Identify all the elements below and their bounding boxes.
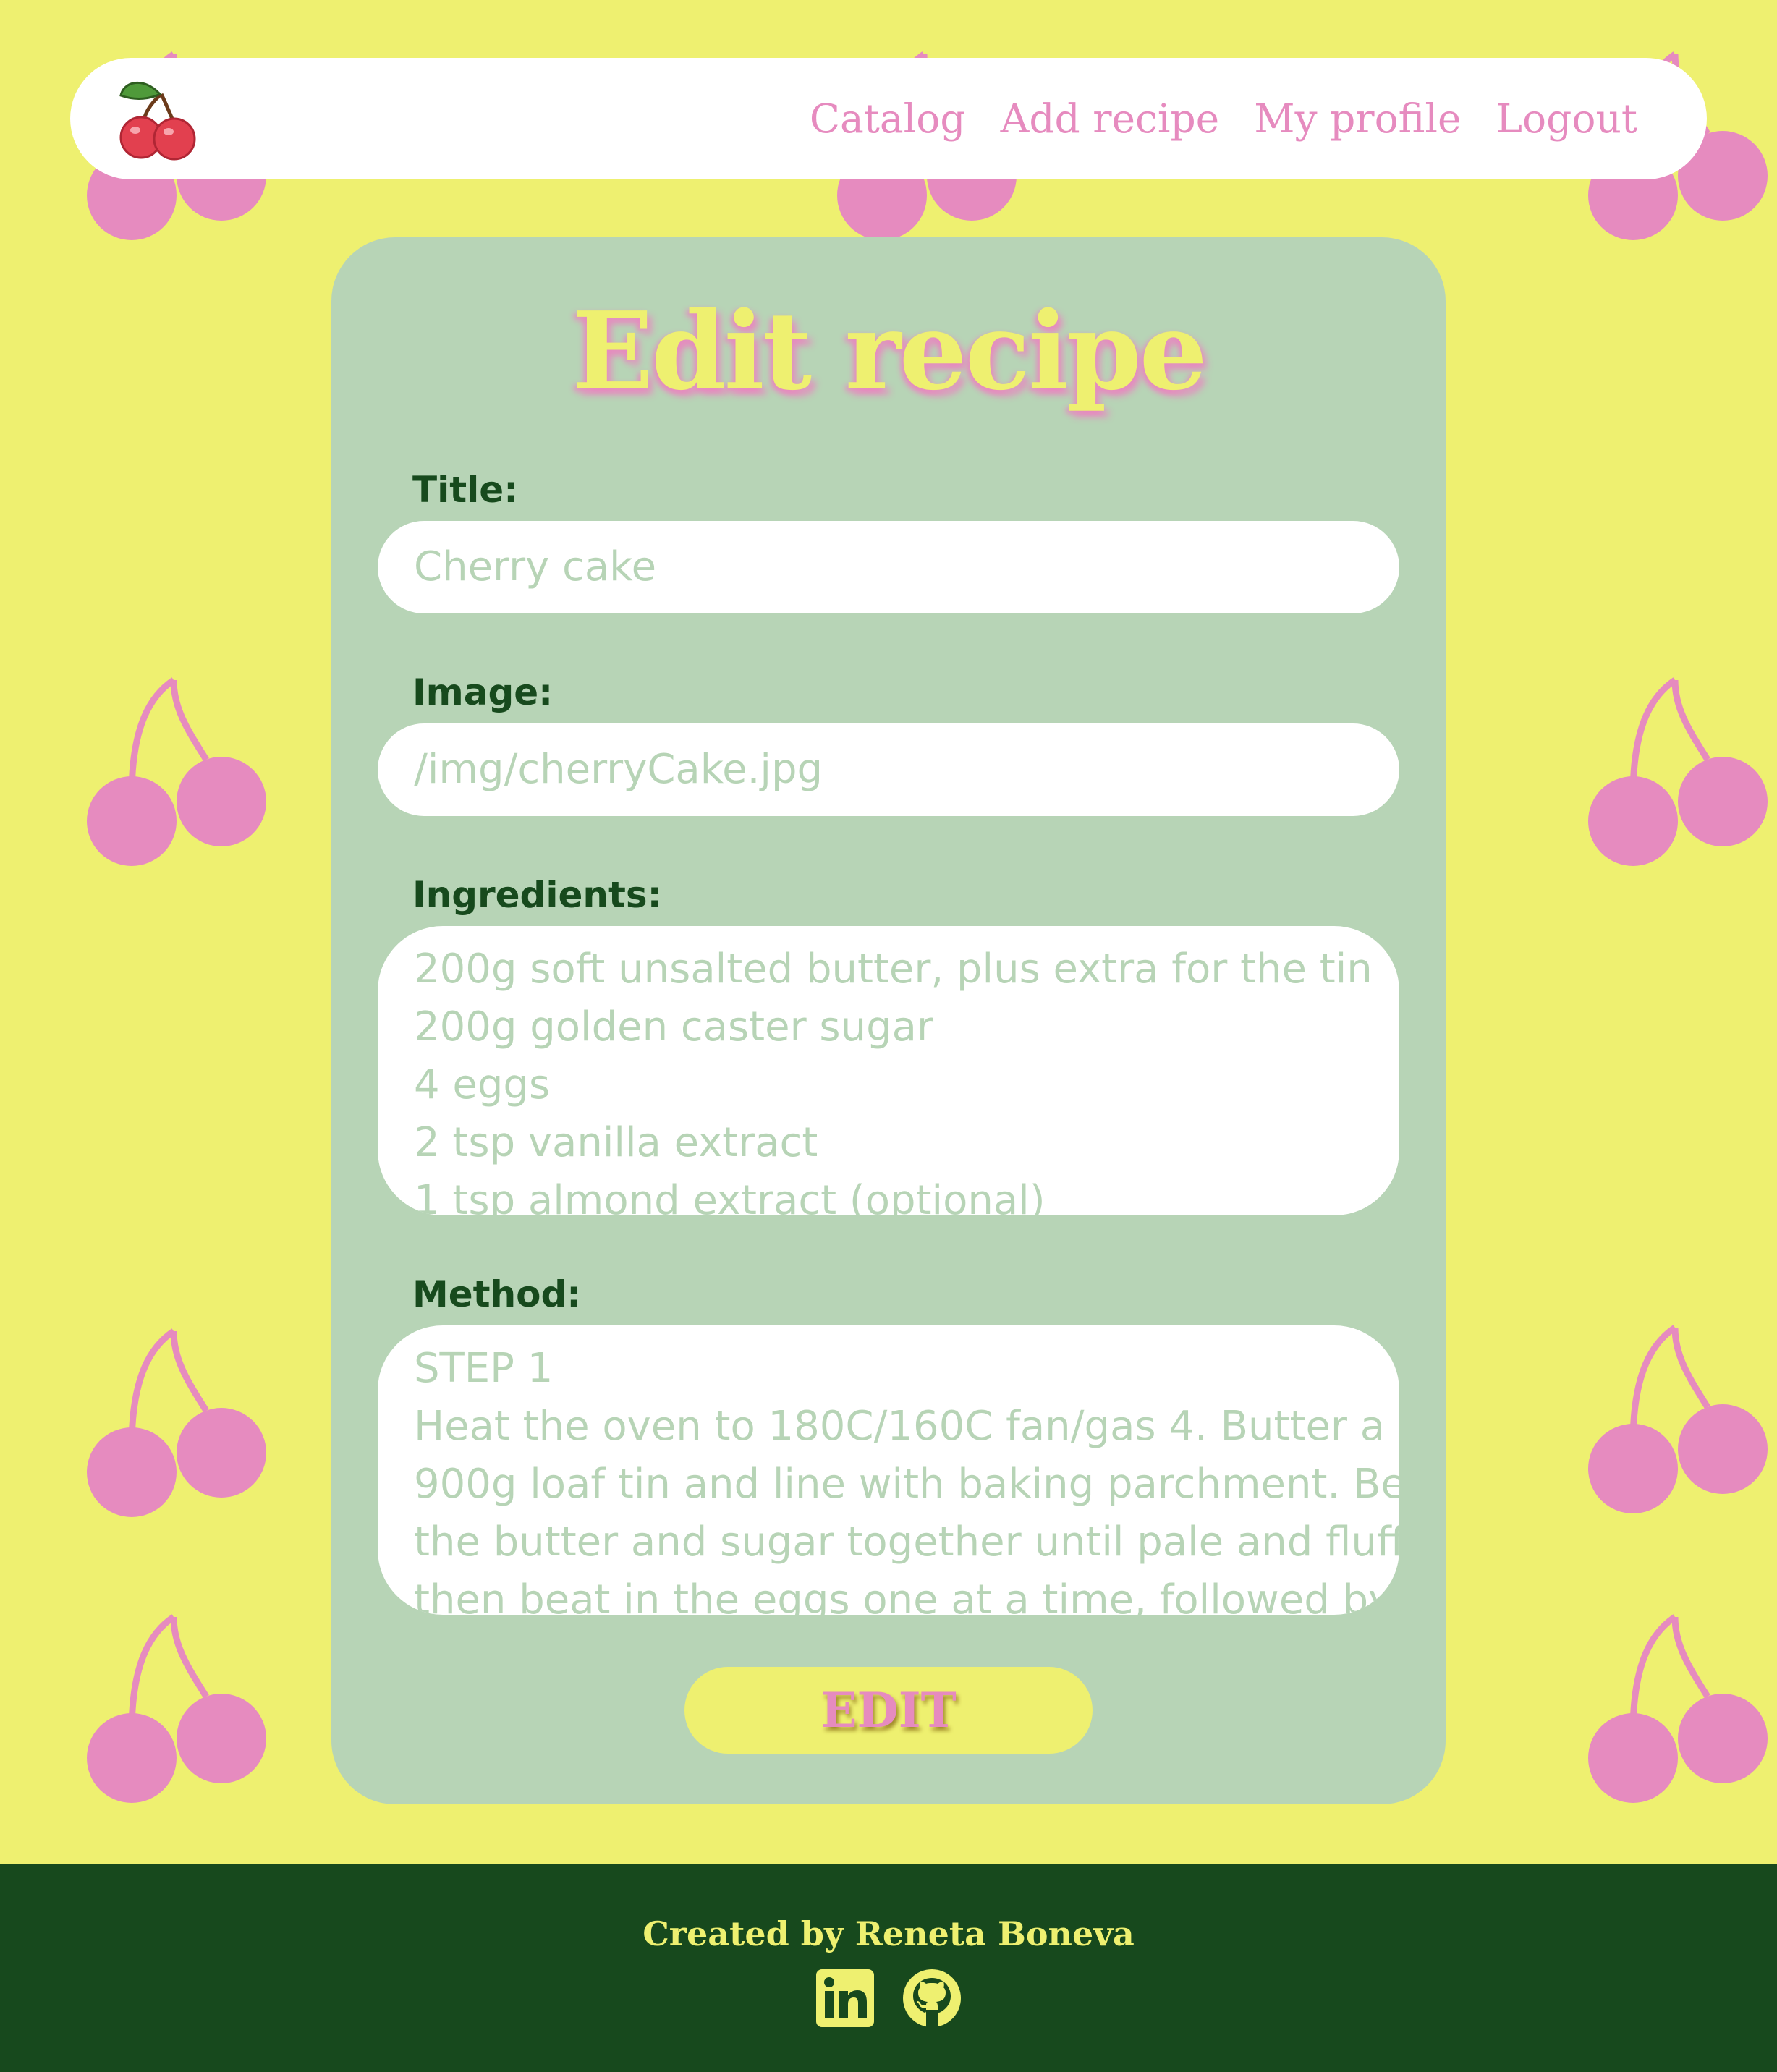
nav-link-catalog[interactable]: Catalog bbox=[810, 95, 966, 142]
background-cherry-icon bbox=[1581, 1313, 1769, 1530]
method-label: Method: bbox=[412, 1273, 582, 1315]
ingredients-textarea[interactable]: 200g soft unsalted butter, plus extra fo… bbox=[378, 926, 1399, 1215]
ingredients-label: Ingredients: bbox=[412, 874, 662, 916]
ingredient-line: 1 tsp almond extract (optional) bbox=[414, 1177, 1046, 1215]
github-icon[interactable] bbox=[902, 1968, 962, 2029]
method-line: STEP 1 bbox=[414, 1345, 554, 1392]
nav-link-my-profile[interactable]: My profile bbox=[1254, 95, 1461, 142]
edit-submit-button[interactable]: EDIT bbox=[684, 1667, 1093, 1754]
edit-recipe-form: Edit recipe Title: Cherry cake Image: /i… bbox=[331, 237, 1446, 1804]
method-line: then beat in the eggs one at a time, fol… bbox=[414, 1576, 1399, 1615]
footer: Created by Reneta Boneva bbox=[0, 1864, 1777, 2072]
background-cherry-icon bbox=[80, 1317, 268, 1534]
nav-link-add-recipe[interactable]: Add recipe bbox=[1001, 95, 1220, 142]
nav-links: Catalog Add recipe My profile Logout bbox=[810, 58, 1637, 179]
background-cherry-icon bbox=[80, 666, 268, 883]
navbar: Catalog Add recipe My profile Logout bbox=[70, 58, 1707, 179]
method-line: 900g loaf tin and line with baking parch… bbox=[414, 1461, 1399, 1508]
method-textarea[interactable]: STEP 1 Heat the oven to 180C/160C fan/ga… bbox=[378, 1325, 1399, 1615]
background-cherry-icon bbox=[1581, 1602, 1769, 1820]
ingredient-line: 200g soft unsalted butter, plus extra fo… bbox=[414, 946, 1373, 993]
cherry-logo-icon[interactable] bbox=[115, 74, 203, 164]
page-title: Edit recipe bbox=[572, 288, 1208, 414]
image-label: Image: bbox=[412, 671, 554, 713]
title-input[interactable]: Cherry cake bbox=[378, 521, 1399, 613]
nav-link-logout[interactable]: Logout bbox=[1496, 95, 1637, 142]
footer-credit: Created by Reneta Boneva bbox=[642, 1914, 1135, 1953]
linkedin-icon[interactable] bbox=[815, 1968, 875, 2029]
ingredient-line: 200g golden caster sugar bbox=[414, 1003, 933, 1050]
method-line: Heat the oven to 180C/160C fan/gas 4. Bu… bbox=[414, 1403, 1386, 1450]
ingredient-line: 4 eggs bbox=[414, 1061, 551, 1108]
image-input[interactable]: /img/cherryCake.jpg bbox=[378, 723, 1399, 816]
title-label: Title: bbox=[412, 469, 519, 511]
background-cherry-icon bbox=[1581, 666, 1769, 883]
method-line: the butter and sugar together until pale… bbox=[414, 1519, 1399, 1566]
background-cherry-icon bbox=[80, 1602, 268, 1820]
ingredient-line: 2 tsp vanilla extract bbox=[414, 1119, 818, 1166]
